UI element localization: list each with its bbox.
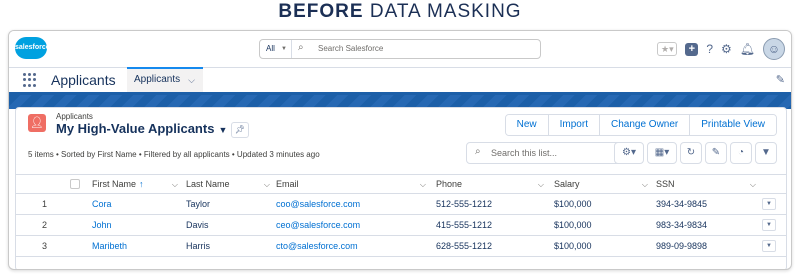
- list-view-meta: 5 items • Sorted by First Name • Filtere…: [28, 150, 320, 159]
- heading-light: DATA MASKING: [369, 1, 522, 22]
- phone-cell: 512-555-1212: [436, 199, 493, 209]
- column-label: Email: [276, 179, 299, 189]
- phone-cell: 415-555-1212: [436, 220, 493, 230]
- favorites-star-icon[interactable]: ★▾: [657, 42, 678, 56]
- column-header-salary[interactable]: Salary ⌵: [554, 175, 648, 194]
- global-header: salesforce All ▼ ⌕ Search Salesforce ★▾ …: [9, 31, 791, 67]
- table-row: 3 Maribeth Harris cto@salesforce.com 628…: [16, 236, 786, 257]
- column-label: Phone: [436, 179, 463, 189]
- salesforce-window: salesforce All ▼ ⌕ Search Salesforce ★▾ …: [8, 30, 792, 270]
- row-number: 2: [42, 220, 48, 230]
- chevron-down-icon[interactable]: ⌵: [642, 175, 648, 194]
- chevron-down-icon: ▼: [281, 46, 287, 52]
- list-view-name: My High-Value Applicants: [56, 121, 215, 136]
- column-label: Salary: [554, 179, 580, 189]
- list-view-card: 👤︎ Applicants My High-Value Applicants ▼ …: [15, 107, 787, 269]
- salesforce-logo[interactable]: salesforce: [15, 37, 50, 59]
- notifications-bell-icon[interactable]: 🔔︎: [740, 42, 755, 56]
- list-settings-gear-icon[interactable]: ⚙▾: [614, 142, 644, 164]
- change-owner-button[interactable]: Change Owner: [598, 115, 690, 135]
- row-number: 3: [42, 241, 48, 251]
- applicants-object-icon: 👤︎: [28, 114, 46, 132]
- search-scope-label: All: [266, 44, 275, 53]
- edit-nav-pencil-icon[interactable]: ✎: [776, 73, 785, 86]
- table-row: 1 Cora Taylor coo@salesforce.com 512-555…: [16, 194, 786, 215]
- last-name-cell: Harris: [186, 241, 210, 251]
- select-all-checkbox[interactable]: [70, 179, 80, 189]
- chevron-down-icon[interactable]: ⌵: [264, 175, 270, 194]
- salary-cell: $100,000: [554, 241, 592, 251]
- setup-gear-icon[interactable]: ⚙: [721, 42, 732, 56]
- header-utility-icons: ★▾ + ? ⚙ 🔔︎ ☺: [657, 37, 785, 61]
- display-as-table-icon[interactable]: ▦▾: [647, 142, 677, 164]
- charts-icon[interactable]: ◔: [730, 142, 752, 164]
- user-avatar[interactable]: ☺: [763, 38, 785, 60]
- email-link[interactable]: ceo@salesforce.com: [276, 215, 360, 235]
- salary-cell: $100,000: [554, 220, 592, 230]
- tab-applicants[interactable]: Applicants ⌵: [127, 67, 203, 92]
- chevron-down-icon[interactable]: ⌵: [188, 69, 195, 91]
- list-toolbar: ⚙▾ ▦▾ ↻ ✎ ◔ ▼: [614, 142, 777, 164]
- list-search-field[interactable]: ⌕ Search this list...: [466, 142, 628, 164]
- page-heading: BEFORE DATA MASKING: [0, 0, 800, 24]
- chevron-down-icon[interactable]: ⌵: [420, 175, 426, 194]
- import-button[interactable]: Import: [547, 115, 599, 135]
- search-scope-dropdown[interactable]: All ▼: [260, 40, 292, 58]
- list-search-input[interactable]: Search this list...: [491, 143, 557, 163]
- new-button[interactable]: New: [505, 115, 548, 135]
- printable-view-button[interactable]: Printable View: [689, 115, 776, 135]
- last-name-cell: Taylor: [186, 199, 211, 209]
- refresh-icon[interactable]: ↻: [680, 142, 702, 164]
- column-header-ssn[interactable]: SSN ⌵: [656, 175, 756, 194]
- tab-label: Applicants: [134, 74, 181, 85]
- search-input[interactable]: Search Salesforce: [318, 40, 383, 58]
- pin-icon[interactable]: 📌︎: [231, 122, 249, 138]
- list-view-picker[interactable]: My High-Value Applicants ▼: [56, 121, 227, 136]
- ssn-cell: 983-34-9834: [656, 220, 708, 230]
- email-link[interactable]: coo@salesforce.com: [276, 194, 360, 214]
- sort-ascending-icon: ↑: [139, 179, 144, 189]
- global-actions-plus-icon[interactable]: +: [685, 42, 699, 56]
- chevron-down-icon[interactable]: ⌵: [750, 175, 756, 194]
- row-actions-icon[interactable]: ▼: [762, 198, 776, 210]
- column-label: SSN: [656, 179, 675, 189]
- list-actions: New Import Change Owner Printable View: [504, 114, 777, 136]
- column-header-first-name[interactable]: First Name ↑ ⌵: [92, 175, 178, 194]
- chevron-down-icon[interactable]: ⌵: [172, 175, 178, 194]
- chevron-down-icon[interactable]: ⌵: [538, 175, 544, 194]
- first-name-link[interactable]: Maribeth: [92, 236, 127, 256]
- ssn-cell: 394-34-9845: [656, 199, 708, 209]
- global-search[interactable]: All ▼ ⌕ Search Salesforce: [259, 39, 541, 59]
- column-label: Last Name: [186, 179, 230, 189]
- column-header-email[interactable]: Email ⌵: [276, 175, 426, 194]
- search-icon: ⌕: [298, 42, 304, 53]
- last-name-cell: Davis: [186, 220, 209, 230]
- ssn-cell: 989-09-9898: [656, 241, 708, 251]
- app-name: Applicants: [51, 72, 116, 88]
- search-icon: ⌕: [475, 146, 481, 157]
- filter-icon[interactable]: ▼: [755, 142, 777, 164]
- salary-cell: $100,000: [554, 199, 592, 209]
- phone-cell: 628-555-1212: [436, 241, 493, 251]
- column-header-phone[interactable]: Phone ⌵: [436, 175, 544, 194]
- row-number: 1: [42, 199, 48, 209]
- column-label: First Name: [92, 179, 137, 189]
- first-name-link[interactable]: Cora: [92, 194, 112, 214]
- column-header-last-name[interactable]: Last Name ⌵: [186, 175, 270, 194]
- heading-bold: BEFORE: [278, 1, 364, 22]
- app-launcher-icon[interactable]: [23, 73, 37, 87]
- object-label: Applicants: [56, 112, 93, 121]
- row-actions-icon[interactable]: ▼: [762, 219, 776, 231]
- row-actions-icon[interactable]: ▼: [762, 240, 776, 252]
- table-header: First Name ↑ ⌵ Last Name ⌵ Email ⌵ Phone …: [16, 174, 786, 194]
- table-row: 2 John Davis ceo@salesforce.com 415-555-…: [16, 215, 786, 236]
- caret-down-icon: ▼: [218, 125, 228, 135]
- help-icon[interactable]: ?: [706, 42, 713, 56]
- first-name-link[interactable]: John: [92, 215, 112, 235]
- email-link[interactable]: cto@salesforce.com: [276, 236, 358, 256]
- inline-edit-pencil-icon[interactable]: ✎: [705, 142, 727, 164]
- app-nav-bar: Applicants Applicants ⌵ ✎: [9, 67, 791, 95]
